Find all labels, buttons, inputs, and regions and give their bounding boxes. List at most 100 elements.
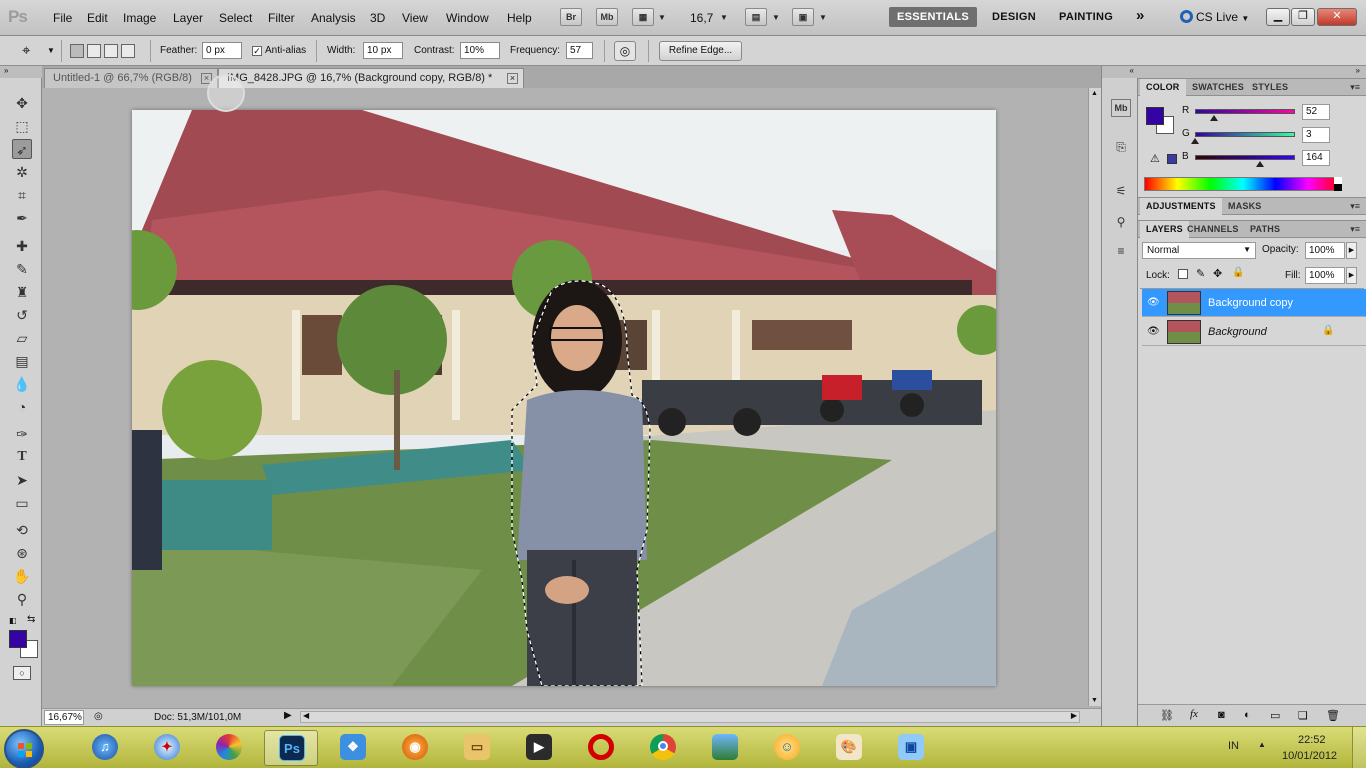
magnetic-lasso-preset-icon[interactable]: ⌖ [22,42,30,59]
new-group-icon[interactable]: ▭ [1270,709,1280,722]
adjustment-layer-icon[interactable]: ◐ [1244,709,1251,721]
crop-tool-icon[interactable]: ⌗ [12,185,32,205]
tab-masks[interactable]: MASKS [1222,198,1268,215]
menu-layer[interactable]: Layer [173,11,203,25]
add-to-selection-icon[interactable] [87,44,101,58]
tablet-pressure-icon[interactable]: ◎ [614,41,636,61]
hand-tool-icon[interactable]: ✋ [12,566,32,586]
chevron-down-icon[interactable]: ▼ [772,13,780,22]
zoom-level[interactable]: 16,7 [690,11,713,25]
menu-select[interactable]: Select [219,11,252,25]
menu-help[interactable]: Help [507,11,532,25]
blue-value-input[interactable]: 164 [1302,150,1330,166]
clock-time[interactable]: 22:52 [1298,734,1326,746]
image-canvas[interactable] [132,110,996,686]
foreground-color-swatch[interactable] [9,630,27,648]
fill-input[interactable]: 100% [1305,267,1345,284]
scroll-right-icon[interactable]: ▶ [1071,711,1077,720]
screen-mode-icon[interactable]: ▣ [792,8,814,26]
blue-slider[interactable]: B 164 [1180,150,1360,170]
taskbar-remote[interactable]: ▣ [884,730,938,766]
taskbar-firefox[interactable]: ◉ [388,730,442,766]
menu-edit[interactable]: Edit [87,11,108,25]
layer-name[interactable]: Background [1208,326,1267,338]
clone-source-icon[interactable]: ⚲ [1111,215,1131,233]
mini-bridge-icon[interactable]: Mb [1111,99,1131,117]
cs-live-button[interactable]: CS Live ▼ [1180,10,1249,24]
clock-date[interactable]: 10/01/2012 [1282,750,1337,762]
menu-window[interactable]: Window [446,11,489,25]
subtract-from-selection-icon[interactable] [104,44,118,58]
restore-button[interactable]: ❐ [1291,8,1315,26]
red-slider[interactable]: R 52 [1180,104,1360,124]
type-tool-icon[interactable]: T [12,447,32,467]
trash-icon[interactable]: 🗑 [1326,709,1340,722]
taskbar-picasa[interactable] [202,730,256,766]
workspace-design[interactable]: DESIGN [992,11,1036,23]
panel-collapse-icon[interactable]: « [1102,66,1138,78]
mini-bridge-button[interactable]: Mb [596,8,618,26]
slider-track[interactable] [1195,155,1295,160]
close-icon[interactable]: × [507,73,518,84]
contrast-input[interactable]: 10% [460,42,500,59]
lock-position-icon[interactable]: ✥ [1213,267,1222,280]
taskbar-media-player[interactable]: ▶ [512,730,566,766]
start-button[interactable] [4,729,44,768]
menu-view[interactable]: View [402,11,428,25]
clone-stamp-tool-icon[interactable]: ♜ [12,282,32,302]
gamut-warning-icon[interactable]: ⚠ [1150,152,1160,165]
marquee-tool-icon[interactable]: ⬚ [12,116,32,136]
panel-collapse-icon[interactable]: » [0,66,42,78]
status-menu-icon[interactable]: ▶ [284,710,292,721]
tab-untitled-1[interactable]: Untitled-1 @ 66,7% (RGB/8) × [44,68,218,88]
menu-3d[interactable]: 3D [370,11,385,25]
taskbar-messenger[interactable]: ☺ [760,730,814,766]
panel-menu-icon[interactable]: ▾≡ [1350,82,1360,93]
workspace-essentials[interactable]: ESSENTIALS [889,7,978,27]
menu-image[interactable]: Image [123,11,156,25]
close-button[interactable]: ✕ [1317,8,1357,26]
taskbar-itunes[interactable]: ♫ [78,730,132,766]
zoom-tool-icon[interactable]: ⚲ [12,589,32,609]
scroll-left-icon[interactable]: ◀ [303,711,309,720]
width-input[interactable]: 10 px [363,42,403,59]
visibility-eye-icon[interactable]: 👁 [1147,297,1161,308]
intersect-selection-icon[interactable] [121,44,135,58]
scroll-up-icon[interactable]: ▲ [1091,90,1098,97]
lock-pixels-icon[interactable]: ✎ [1196,267,1205,280]
red-value-input[interactable]: 52 [1302,104,1330,120]
more-workspaces-button[interactable]: » [1136,7,1145,24]
black-swatch[interactable] [1334,184,1342,191]
status-info-icon[interactable]: ◎ [94,711,103,722]
swap-colors-icon[interactable]: ⇆ [27,614,35,625]
green-value-input[interactable]: 3 [1302,127,1330,143]
quick-mask-icon[interactable]: ○ [13,666,31,680]
taskbar-paint[interactable]: 🎨 [822,730,876,766]
default-colors-icon[interactable]: ◧ [9,616,17,625]
taskbar-safari[interactable]: ✦ [140,730,194,766]
slider-track[interactable] [1195,132,1295,137]
tab-color[interactable]: COLOR [1140,79,1186,96]
layer-name[interactable]: Background copy [1208,297,1293,309]
taskbar-chrome[interactable] [636,730,690,766]
taskbar-opera[interactable] [574,730,628,766]
quick-selection-tool-icon[interactable]: ✲ [12,162,32,182]
dodge-tool-icon[interactable]: ◔ [12,397,32,417]
3d-orbit-tool-icon[interactable]: ⊛ [12,543,32,563]
lock-all-icon[interactable]: 🔒 [1232,267,1244,278]
fill-slider-icon[interactable]: ▶ [1346,267,1357,284]
tab-paths[interactable]: PATHS [1244,221,1286,238]
move-tool-icon[interactable]: ✥ [12,93,32,113]
brush-tool-icon[interactable]: ✎ [12,259,32,279]
tab-styles[interactable]: STYLES [1246,79,1294,96]
gradient-tool-icon[interactable]: ▤ [12,351,32,371]
menu-analysis[interactable]: Analysis [311,11,356,25]
tab-img-8428[interactable]: IMG_8428.JPG @ 16,7% (Background copy, R… [218,68,524,88]
layer-style-icon[interactable]: fx [1190,708,1198,720]
3d-rotate-tool-icon[interactable]: ⟲ [12,520,32,540]
add-mask-icon[interactable]: ◙ [1218,709,1225,721]
visibility-eye-icon[interactable]: 👁 [1147,326,1161,337]
actions-icon[interactable]: ≡ [1111,244,1131,262]
layer-row-background-copy[interactable]: 👁 Background copy [1142,289,1366,317]
opacity-slider-icon[interactable]: ▶ [1346,242,1357,259]
